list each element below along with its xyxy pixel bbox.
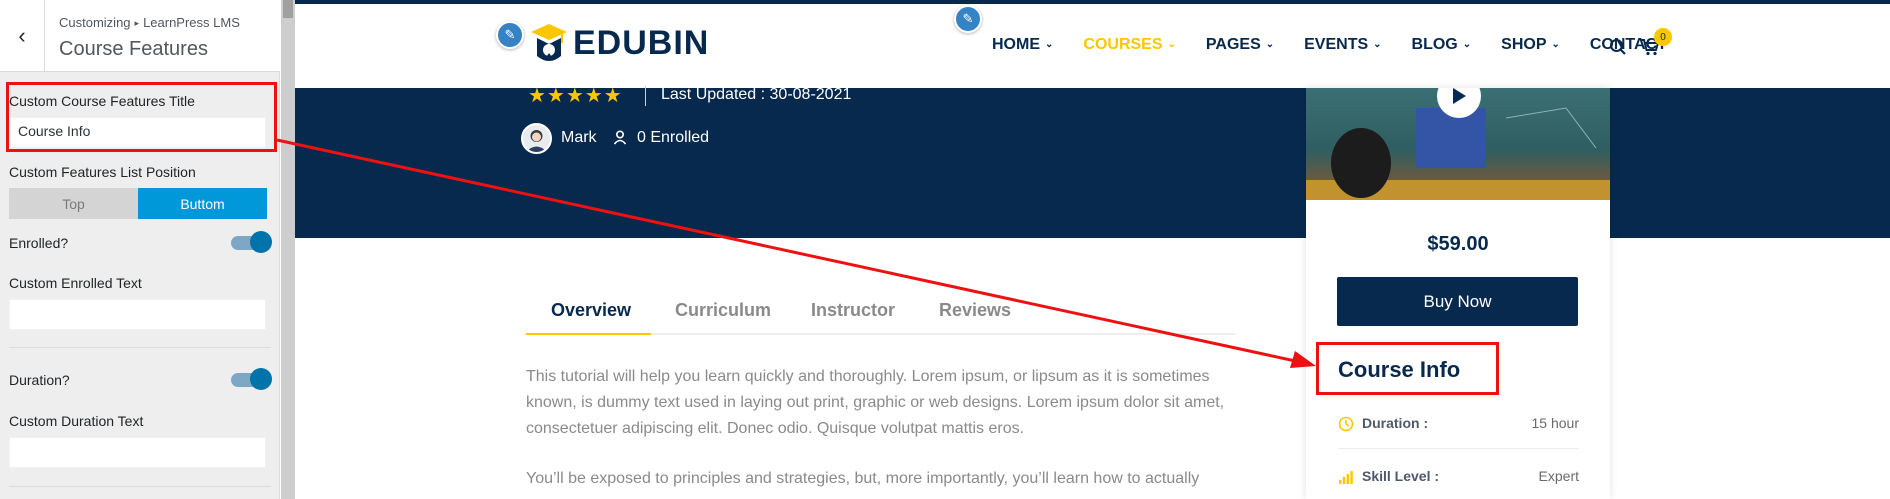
feature-value: 15 hour	[1531, 415, 1579, 431]
enrolled-label: Enrolled?	[9, 235, 69, 251]
chevron-down-icon: ⌄	[1265, 39, 1275, 50]
divider	[9, 347, 271, 348]
nav-events[interactable]: EVENTS ⌄	[1304, 36, 1381, 54]
divider	[9, 486, 271, 487]
duration-text-label: Custom Duration Text	[9, 413, 144, 429]
nav-courses[interactable]: COURSES ⌄	[1083, 36, 1176, 54]
sidebar-scrollbar[interactable]	[281, 0, 295, 499]
chevron-down-icon: ⌄	[1373, 39, 1382, 50]
feature-duration: Duration : 15 hour	[1338, 414, 1579, 434]
duration-toggle[interactable]	[231, 368, 272, 390]
site-logo[interactable]: EDUBIN	[527, 18, 709, 68]
list-position-label: Custom Features List Position	[9, 164, 196, 180]
graduation-cap-icon	[527, 20, 571, 66]
overview-paragraph: This tutorial will help you learn quickl…	[526, 368, 1225, 437]
site-preview: EDUBIN HOME ⌄ COURSES ⌄ PAGES ⌄ EVENTS ⌄ BLO…	[295, 0, 1890, 499]
breadcrumb-section: LearnPress LMS	[143, 15, 240, 30]
highlight-box-course-info	[1316, 342, 1499, 395]
duration-text-input[interactable]	[9, 437, 266, 468]
enrolled-text-input[interactable]	[9, 299, 266, 330]
author-name[interactable]: Mark	[561, 129, 597, 147]
course-hero: ★★★★★ Last Updated : 30-08-2021 Mark 0 E…	[295, 85, 1890, 238]
rating-stars: ★★★★★	[528, 85, 623, 107]
tab-instructor[interactable]: Instructor	[811, 300, 895, 321]
duration-label: Duration?	[9, 372, 70, 388]
overview-paragraph: You’ll be exposed to principles and stra…	[526, 470, 1200, 487]
chevron-down-icon: ⌄	[1551, 39, 1560, 50]
active-tab-indicator	[526, 333, 651, 335]
breadcrumb: Customizing ▸ LearnPress LMS	[59, 15, 240, 30]
clock-icon	[1338, 416, 1354, 432]
customizer-sidebar: ‹ Customizing ▸ LearnPress LMS Course Feat…	[0, 0, 280, 499]
nav-home[interactable]: HOME ⌄	[992, 36, 1053, 54]
chevron-down-icon: ⌄	[1462, 39, 1472, 50]
feature-skill-level: Skill Level : Expert	[1338, 467, 1579, 487]
enrolled-count: 0 Enrolled	[637, 129, 710, 146]
customizer-header: ‹ Customizing ▸ LearnPress LMS Course Feat…	[0, 0, 280, 72]
position-bottom-button[interactable]: Buttom	[138, 188, 267, 219]
back-button[interactable]: ‹	[0, 0, 45, 72]
search-icon[interactable]	[1609, 38, 1627, 56]
position-top-button[interactable]: Top	[9, 188, 138, 219]
main-nav: HOME ⌄ COURSES ⌄ PAGES ⌄ EVENTS ⌄ BLOG ⌄ SHOP…	[992, 36, 1697, 54]
nav-shop[interactable]: SHOP ⌄	[1501, 36, 1560, 54]
last-updated: Last Updated : 30-08-2021	[661, 86, 852, 103]
course-tabs: Overview Curriculum Instructor Reviews	[526, 300, 1235, 335]
chevron-left-icon: ‹	[18, 23, 26, 48]
chevron-down-icon: ⌄	[1167, 39, 1176, 50]
breadcrumb-root: Customizing	[59, 15, 131, 30]
breadcrumb-separator-icon: ▸	[134, 18, 140, 28]
tab-overview[interactable]: Overview	[551, 300, 631, 321]
feature-label: Duration :	[1362, 415, 1429, 431]
logo-text: EDUBIN	[573, 23, 710, 62]
author-avatar[interactable]	[521, 123, 552, 154]
feature-value: Expert	[1538, 468, 1579, 484]
course-video-thumbnail[interactable]	[1306, 88, 1610, 200]
signal-icon	[1338, 469, 1354, 485]
enrolled-text-label: Custom Enrolled Text	[9, 275, 142, 291]
edit-shortcut-icon[interactable]: ✎	[954, 5, 982, 33]
cart-count-badge: 0	[1654, 28, 1672, 46]
nav-pages[interactable]: PAGES ⌄	[1206, 36, 1274, 54]
tab-curriculum[interactable]: Curriculum	[675, 300, 771, 321]
course-price: $59.00	[1427, 233, 1489, 255]
site-header: EDUBIN HOME ⌄ COURSES ⌄ PAGES ⌄ EVENTS ⌄ BLO…	[295, 4, 1890, 88]
nav-blog[interactable]: BLOG ⌄	[1412, 36, 1472, 54]
list-position-toggle: Top Buttom	[9, 188, 267, 219]
user-icon	[613, 130, 627, 145]
panel-title: Course Features	[59, 38, 208, 60]
chevron-down-icon: ⌄	[1045, 39, 1054, 50]
enrolled-toggle[interactable]	[231, 231, 272, 253]
feature-label: Skill Level :	[1362, 468, 1440, 484]
highlight-box-settings	[6, 82, 277, 152]
tab-reviews[interactable]: Reviews	[939, 300, 1011, 321]
buy-now-button[interactable]: Buy Now	[1337, 277, 1578, 326]
edit-shortcut-icon[interactable]: ✎	[496, 21, 524, 49]
